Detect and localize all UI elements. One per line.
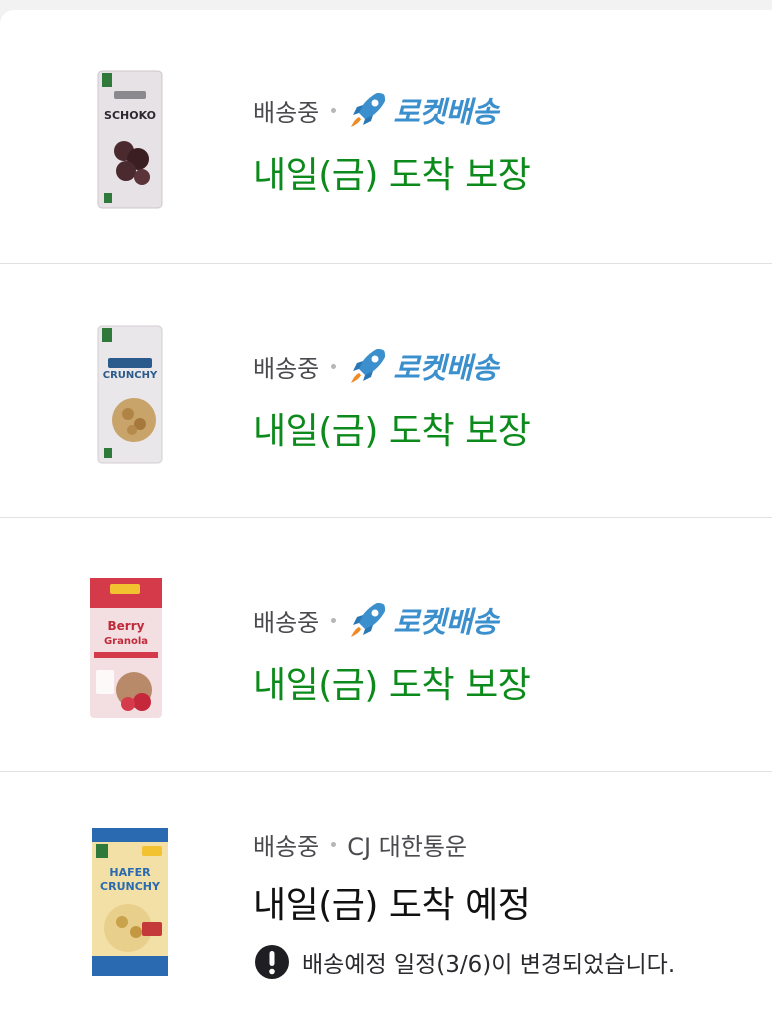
separator-dot [331,107,337,113]
order-list: SCHOKO 배송중 로켓배송 내일(금) 도착 보장 CRUNCHY 배송중 … [0,10,772,1012]
order-card[interactable]: HAFER CRUNCHY 배송중 CJ 대한통운 내일(금) 도착 예정 배송… [0,772,772,1012]
carrier-name: 로켓배송 [393,95,498,129]
cereal-package-berry-granola-icon: Berry Granola [90,578,162,718]
product-label: Granola [104,636,148,647]
product-label: CRUNCHY [100,880,161,893]
shipping-status: 배송중 [253,832,320,861]
product-image[interactable]: SCHOKO [94,67,166,217]
rocket-icon [351,349,386,383]
carrier-name: CJ 대한통운 [347,832,468,861]
separator-dot [331,841,337,847]
shipping-status-row: 배송중 로켓배송 [253,600,498,640]
shipping-status-row: 배송중 로켓배송 [253,346,498,386]
schedule-change-notice[interactable]: 배송예정 일정(3/6)이 변경되었습니다. [254,944,675,980]
order-card[interactable]: CRUNCHY 배송중 로켓배송 내일(금) 도착 보장 [0,264,772,518]
product-label: Berry [108,619,145,633]
order-card[interactable]: Berry Granola 배송중 로켓배송 내일(금) 도착 보장 [0,518,772,772]
shipping-status-row: 배송중 CJ 대한통운 [253,824,467,864]
delivery-eta: 내일(금) 도착 예정 [253,885,531,926]
shipping-status-row: 배송중 로켓배송 [253,90,498,130]
product-label: CRUNCHY [103,370,158,381]
notice-text: 배송예정 일정(3/6)이 변경되었습니다. [302,952,676,978]
separator-dot [331,363,337,369]
product-label: HAFER [109,866,151,879]
rocket-icon [351,93,386,127]
delivery-eta: 내일(금) 도착 보장 [253,665,531,706]
shipping-status: 배송중 [253,608,320,637]
shipping-status: 배송중 [253,354,320,383]
delivery-eta: 내일(금) 도착 보장 [253,155,531,196]
exclamation-circle-icon [255,945,289,979]
product-label: SCHOKO [104,109,156,122]
delivery-eta: 내일(금) 도착 보장 [253,411,531,452]
separator-dot [331,617,337,623]
shipping-status: 배송중 [253,98,320,127]
order-card[interactable]: SCHOKO 배송중 로켓배송 내일(금) 도착 보장 [0,10,772,264]
carrier-name: 로켓배송 [393,605,498,639]
carrier-name: 로켓배송 [393,351,498,385]
rocket-icon [351,603,386,637]
product-image[interactable]: HAFER CRUNCHY [88,824,172,976]
cereal-package-schoko-icon: SCHOKO [97,70,163,209]
product-image[interactable]: Berry Granola [86,574,166,724]
product-image[interactable]: CRUNCHY [94,322,166,472]
cereal-package-crunchy-icon: CRUNCHY [97,325,163,464]
cereal-package-hafer-crunchy-icon: HAFER CRUNCHY [92,828,168,976]
